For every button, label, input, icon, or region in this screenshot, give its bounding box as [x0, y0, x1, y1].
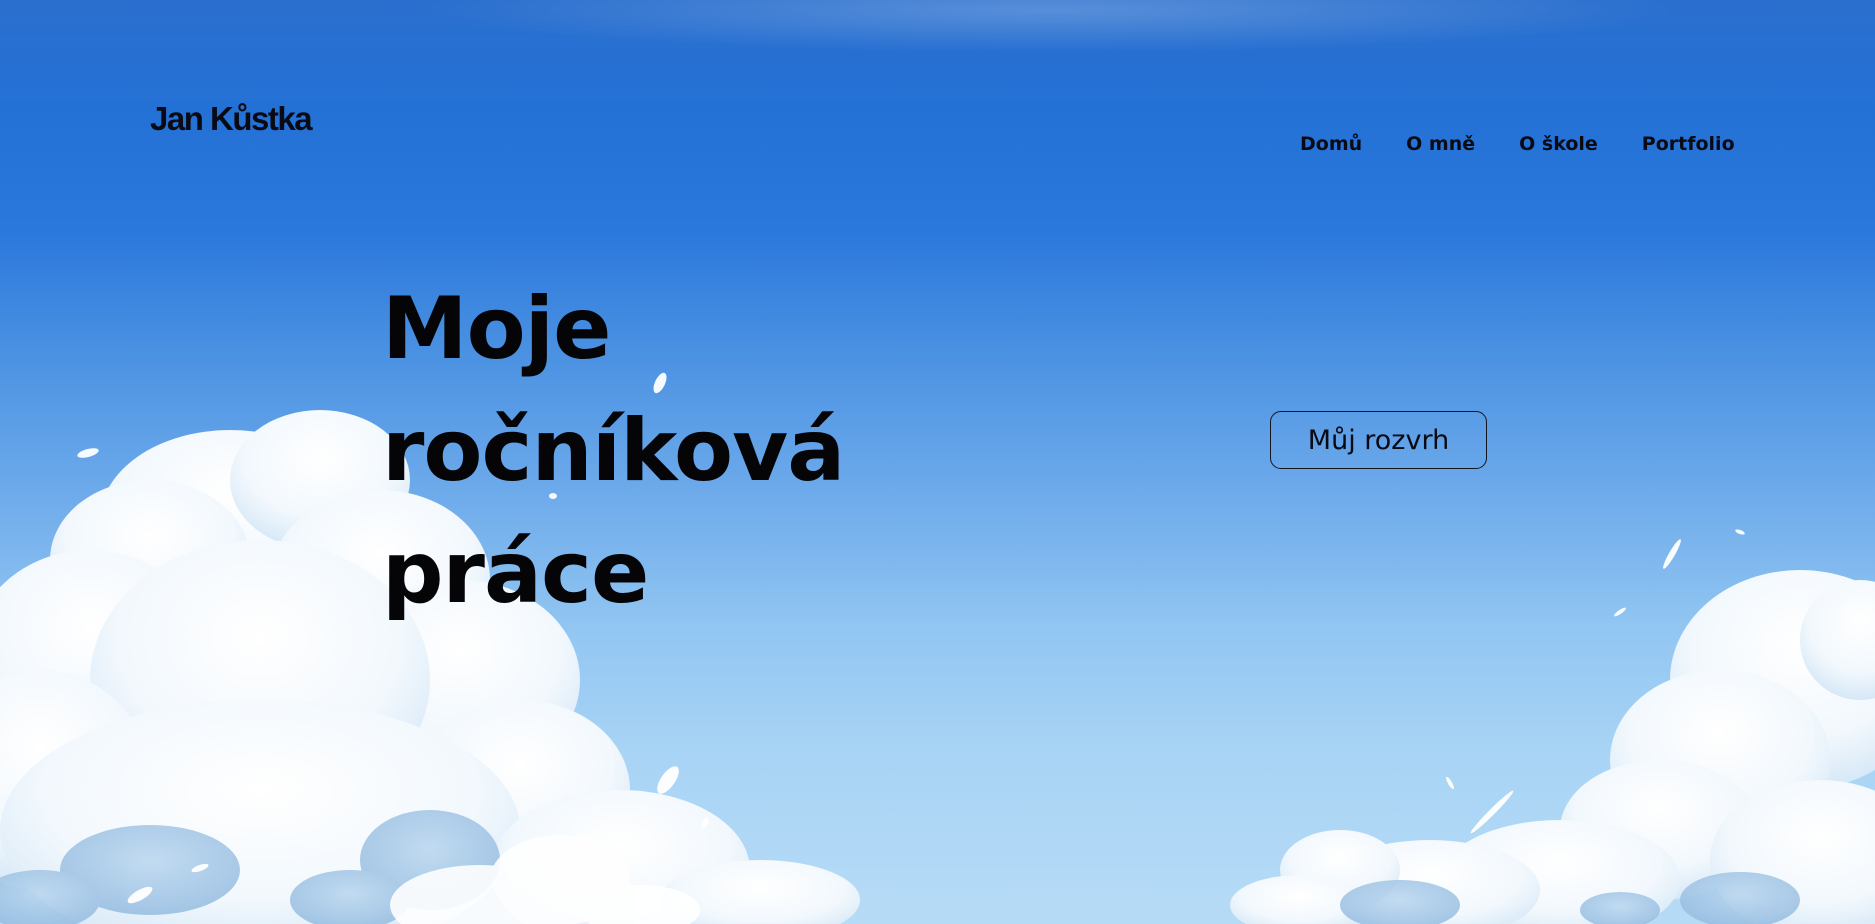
floating-petals [77, 372, 1745, 904]
nav-item-domu[interactable]: Domů [1300, 131, 1362, 157]
hero-title-line: Moje [382, 279, 611, 379]
nav-item-portfolio[interactable]: Portfolio [1642, 131, 1735, 157]
hero-title: Moje ročníková práce [382, 268, 845, 634]
right-cloud [1230, 570, 1875, 924]
main-nav: Domů O mně O škole Portfolio [1300, 131, 1735, 157]
hero-title-line: práce [382, 523, 649, 623]
nav-item-o-skole[interactable]: O škole [1519, 131, 1598, 157]
hero-title-line: ročníková [382, 401, 845, 501]
right-cloud-shadows [1340, 872, 1800, 924]
schedule-button[interactable]: Můj rozvrh [1270, 411, 1487, 469]
sky-haze [0, 0, 1875, 90]
nav-item-o-mne[interactable]: O mně [1406, 131, 1475, 157]
left-cloud-shadows [0, 810, 500, 924]
site-logo[interactable]: Jan Kůstka [150, 102, 313, 135]
